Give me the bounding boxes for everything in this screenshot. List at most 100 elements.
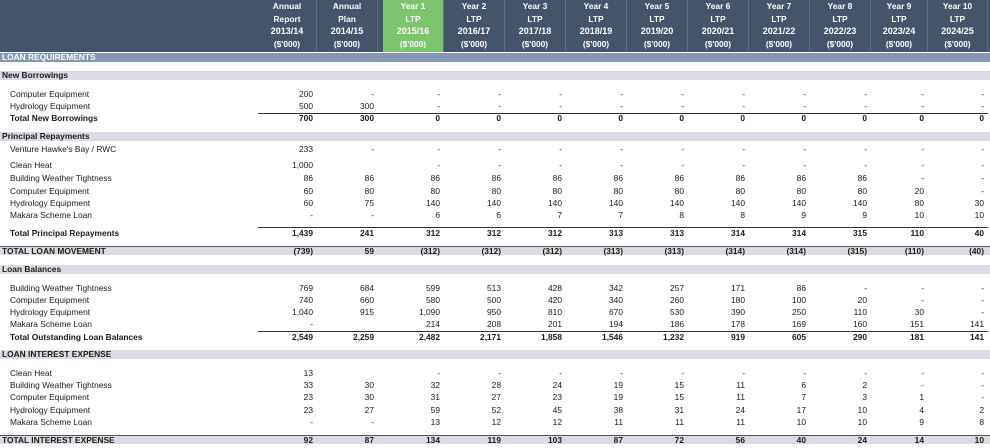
value-cell: 80 [552,186,562,196]
value-cell: - [681,89,684,99]
value-cell: 80 [857,186,867,196]
value-cell: 260 [670,295,684,305]
value-cell: 6 [496,210,501,220]
value-cell: 11 [736,380,745,390]
value-cell: 605 [792,332,806,342]
value-cell: 140 [731,198,745,208]
value-cell: - [981,380,984,390]
value-cell: - [437,144,440,154]
value-cell: 86 [674,173,684,183]
value-cell: - [921,89,924,99]
table-row: Hydrology Equipment 23 27 59 52 45 38 31 24 17 10 4… [0,406,990,415]
value-cell: 20 [914,186,924,196]
value-cell: 59 [430,405,440,415]
value-cell: 23 [303,405,313,415]
value-cell: 80 [674,186,684,196]
value-cell: - [921,283,924,293]
value-cell: 60 [303,186,313,196]
column-header-line3: 2023/24 [882,26,916,36]
value-cell: 11 [675,417,684,427]
section-new-borrowings-label: New Borrowings [2,70,69,80]
value-cell: - [921,144,924,154]
value-cell: 340 [609,295,623,305]
value-cell: 10 [914,210,924,220]
value-cell: 3 [862,392,867,402]
value-cell: - [310,319,313,329]
value-cell: - [559,89,562,99]
value-cell: 32 [430,380,440,390]
table-row: Hydrology Equipment 500 300 - - - - - - - - - - [0,102,990,111]
value-cell: 500 [299,101,313,111]
value-cell: 178 [731,319,745,329]
value-cell: 75 [364,198,374,208]
value-cell: (312) [542,246,562,256]
value-cell: 86 [552,173,562,183]
column-header-4: Year 2 LTP 2016/17 ($'000) [444,0,505,52]
column-header-line3: 2020/21 [701,26,735,36]
column-header-line3: 2016/17 [457,26,491,36]
column-header-line4: ($'000) [333,38,361,49]
value-cell: - [981,295,984,305]
row-label: Total Principal Repayments [10,228,120,238]
value-cell: 40 [974,228,984,238]
value-cell: 87 [613,435,623,445]
value-cell: 86 [857,173,867,183]
column-header-line3: 2018/19 [579,26,613,36]
value-cell: - [864,283,867,293]
column-header-line1: Year 2 [461,1,487,11]
value-cell: - [681,368,684,378]
column-header-line2: LTP [649,13,665,24]
value-cell: 19 [613,392,623,402]
value-cell: 1,000 [292,160,313,170]
loan-schedule-sheet: LOAN REQUIREMENTS New Borrowings Computer … [0,0,990,448]
column-header-line3: 2017/18 [518,26,552,36]
value-cell: 390 [731,307,745,317]
value-cell: 23 [303,392,313,402]
value-cell: 1 [919,392,924,402]
value-cell: 2,549 [292,332,313,342]
value-cell: 14 [914,435,924,445]
value-cell: 24 [552,380,562,390]
column-header-line1: Annual [332,1,362,11]
column-header-line1: Year 1 [400,1,426,11]
table-row: Clean Heat 13 - - - - - - - - - - [0,369,990,378]
column-header-line4: ($'000) [273,38,301,49]
value-cell: 8 [679,210,684,220]
value-cell: 119 [487,435,501,445]
row-label: Clean Heat [10,368,52,378]
value-cell: 670 [609,307,623,317]
value-cell: - [498,89,501,99]
value-cell: (313) [664,246,684,256]
column-header-line2: Report [273,13,301,24]
section-loan-requirements: LOAN REQUIREMENTS [0,53,990,62]
table-row: Computer Equipment 60 80 80 80 80 80 80 80 80 80 20… [0,187,990,196]
value-cell: 580 [426,295,440,305]
value-cell: - [981,173,984,183]
value-cell: 13 [430,417,440,427]
column-header-line3: 2015/16 [396,26,430,36]
column-header-5: Year 3 LTP 2017/18 ($'000) [505,0,566,52]
value-cell: 140 [853,198,867,208]
value-cell: 31 [674,405,684,415]
value-cell: - [742,101,745,111]
value-cell: 342 [609,283,623,293]
column-header-6: Year 4 LTP 2018/19 ($'000) [566,0,627,52]
total-interest-expense-row-label: TOTAL INTEREST EXPENSE [2,435,115,445]
value-cell: 27 [364,405,374,415]
value-cell: - [437,160,440,170]
value-cell: 103 [548,435,562,445]
column-header-line3: 2021/22 [762,26,796,36]
value-cell: 0 [496,113,501,123]
value-cell: 9 [862,210,867,220]
value-cell: - [371,89,374,99]
table-row: Venture Hawke's Bay / RWC 233 - - - - - - - - - - - [0,145,990,154]
value-cell: 599 [426,283,440,293]
column-header-line2: LTP [949,13,966,24]
value-cell: 80 [613,186,623,196]
row-label: Total New Borrowings [10,113,98,123]
value-cell: - [559,368,562,378]
value-cell: 290 [853,332,867,342]
value-cell: - [437,101,440,111]
row-label: Computer Equipment [10,295,90,305]
value-cell: 17 [796,405,806,415]
